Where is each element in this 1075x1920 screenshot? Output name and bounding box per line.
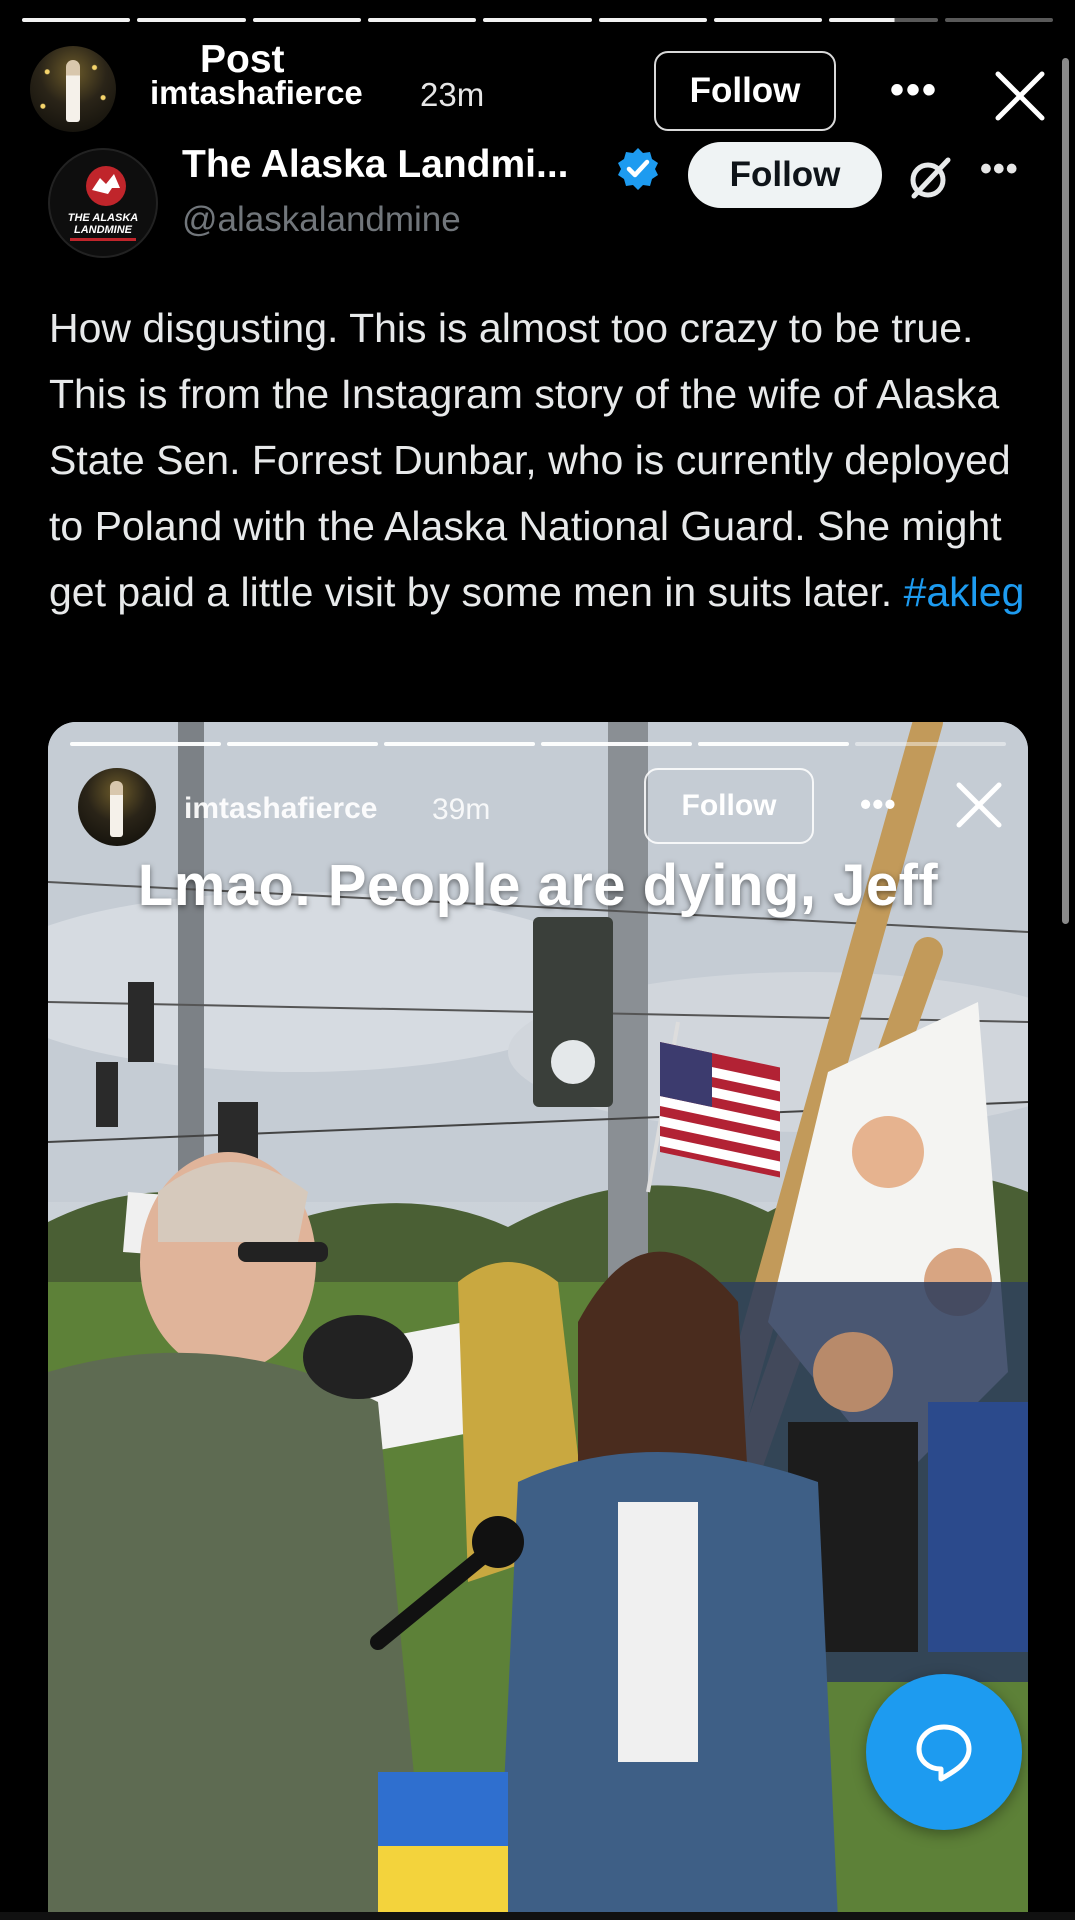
embedded-close-icon bbox=[956, 782, 1002, 828]
progress-segment bbox=[137, 18, 246, 22]
story-progress-bar bbox=[22, 18, 1053, 22]
story-caption-text: Lmao. People are dying, Jeff bbox=[137, 853, 939, 918]
avatar-logo-text: THE ALASKA LANDMINE bbox=[67, 212, 139, 236]
progress-segment bbox=[252, 18, 361, 22]
progress-segment bbox=[855, 742, 1006, 746]
hashtag-link[interactable]: #akleg bbox=[904, 569, 1025, 615]
progress-segment bbox=[541, 742, 692, 746]
embedded-story-progress bbox=[70, 742, 1006, 746]
progress-segment bbox=[698, 742, 849, 746]
story-username[interactable]: imtashafierce bbox=[150, 74, 363, 112]
embedded-story-avatar bbox=[78, 768, 156, 846]
tweet-author-avatar[interactable]: THE ALASKA LANDMINE bbox=[48, 148, 158, 258]
progress-segment bbox=[227, 742, 378, 746]
tweet-more-icon[interactable]: ••• bbox=[980, 150, 1019, 189]
embedded-follow-button: Follow bbox=[644, 768, 814, 844]
reply-button[interactable] bbox=[866, 1674, 1022, 1830]
tweet-text: How disgusting. This is almost too crazy… bbox=[49, 295, 1049, 625]
close-icon[interactable] bbox=[990, 66, 1050, 126]
progress-segment bbox=[483, 18, 592, 22]
embedded-story-timestamp: 39m bbox=[432, 793, 491, 826]
story-header: Post imtashafierce 23m Follow ••• bbox=[30, 38, 1059, 136]
progress-segment bbox=[384, 742, 535, 746]
progress-segment-current bbox=[829, 18, 938, 22]
grok-icon[interactable] bbox=[904, 152, 956, 204]
tweet-follow-button[interactable]: Follow bbox=[688, 142, 882, 208]
embedded-story-username: imtashafierce bbox=[184, 792, 378, 825]
progress-segment bbox=[713, 18, 823, 22]
alaska-logo-icon bbox=[86, 166, 126, 206]
tweet-author-handle[interactable]: @alaskalandmine bbox=[182, 200, 461, 240]
progress-segment bbox=[598, 18, 707, 22]
more-icon[interactable]: ••• bbox=[890, 68, 938, 113]
story-timestamp: 23m bbox=[420, 76, 485, 113]
bottom-bar bbox=[0, 1912, 1075, 1920]
verified-badge-icon bbox=[618, 148, 658, 190]
tweet-body: How disgusting. This is almost too crazy… bbox=[49, 305, 1011, 615]
story-follow-button[interactable]: Follow bbox=[654, 51, 836, 131]
progress-segment bbox=[367, 18, 477, 22]
story-avatar[interactable] bbox=[30, 46, 116, 132]
tweet-author-name[interactable]: The Alaska Landmi... bbox=[182, 143, 569, 187]
embedded-more-icon: ••• bbox=[860, 786, 897, 822]
scrollbar[interactable] bbox=[1062, 58, 1069, 924]
reply-bubble-icon bbox=[916, 1724, 972, 1782]
progress-segment bbox=[944, 18, 1053, 22]
progress-segment bbox=[22, 18, 131, 22]
progress-segment bbox=[70, 742, 221, 746]
